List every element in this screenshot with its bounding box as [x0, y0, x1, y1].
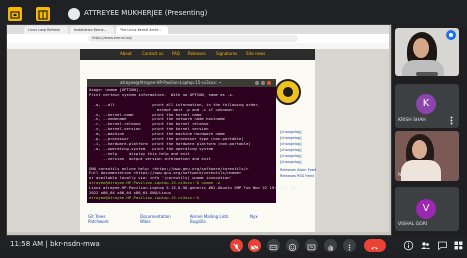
changelog-link[interactable]: [changelog]: [280, 160, 302, 164]
mic-off-icon[interactable]: [230, 239, 243, 252]
browser-tab[interactable]: Installation Kerne...: [70, 26, 114, 34]
emoji-icon[interactable]: [286, 239, 299, 252]
footer-link[interactable]: Nyx: [250, 214, 258, 219]
terminal-line: atrayee@Atrayee-HP-Pavilion-Laptop-15-cs…: [89, 194, 202, 200]
end-call-icon[interactable]: [364, 239, 386, 252]
presenter-avatar: [68, 8, 80, 20]
terminal-output: Usage: uname [OPTION]... Print certain sy…: [89, 87, 297, 201]
info-icon[interactable]: [403, 240, 414, 251]
nav-link[interactable]: Releases: [188, 51, 206, 56]
close-icon[interactable]: [267, 81, 271, 85]
footer-link[interactable]: Wikis: [140, 219, 151, 224]
nav-link[interactable]: FAQ: [172, 51, 180, 56]
participant-name-tag: [416, 72, 438, 76]
address-bar[interactable]: https://www.kernel.org: [88, 35, 298, 42]
presenter-name: ATTREYEE MUKHERJEE (Presenting): [84, 9, 208, 17]
browser-tab-active[interactable]: The Linux Kernel Archi...: [116, 26, 168, 34]
changelog-link[interactable]: [changelog]: [280, 136, 302, 140]
avatar: K: [416, 94, 436, 114]
maximize-icon[interactable]: [261, 81, 265, 85]
chat-icon[interactable]: [437, 240, 448, 251]
nav-link[interactable]: About: [120, 51, 132, 56]
participant-face: [413, 38, 429, 58]
meeting-code: bkr-nsdn-mwa: [50, 240, 100, 248]
participant-name: KRISH SHAH: [398, 118, 426, 123]
changelog-link[interactable]: [changelog]: [280, 142, 302, 146]
more-vert-icon[interactable]: [450, 116, 453, 125]
footer-link[interactable]: Bugzilla: [190, 219, 206, 224]
nav-link[interactable]: Signatures: [216, 51, 237, 56]
participant-face: [412, 140, 427, 159]
browser-tab[interactable]: Linux Lasp Refresh: [24, 26, 68, 34]
kernel-logo-icon: [275, 79, 301, 105]
raise-hand-icon[interactable]: [324, 239, 337, 252]
activities-icon[interactable]: [453, 240, 464, 251]
footer-link[interactable]: Patchwork: [88, 219, 109, 224]
nav-link[interactable]: Site news: [246, 51, 265, 56]
more-options-icon[interactable]: [343, 239, 356, 252]
camera-off-icon[interactable]: [248, 239, 261, 252]
present-icon[interactable]: [8, 7, 22, 21]
avatar: V: [416, 199, 436, 219]
participant-name: VISHAL GORI: [398, 222, 428, 227]
meeting-time: 11:58 AM: [10, 240, 44, 248]
layout-icon[interactable]: [36, 7, 50, 21]
meeting-separator: |: [45, 240, 48, 248]
site-nav: About Contact us FAQ Releases Signatures…: [80, 49, 315, 60]
atom-feed-link[interactable]: Releases Atom Feed: [280, 168, 316, 172]
rss-feed-link[interactable]: Releases RSS Feed: [280, 174, 314, 178]
speaking-indicator-icon: [446, 30, 456, 40]
present-screen-icon[interactable]: [305, 239, 318, 252]
changelog-link[interactable]: [changelog]: [280, 154, 302, 158]
participant-name: NAVYA CHHABRA: [398, 173, 437, 178]
page-margin-right: [315, 49, 389, 232]
minimize-icon[interactable]: [255, 81, 259, 85]
changelog-link[interactable]: [changelog]: [280, 130, 302, 134]
nav-link[interactable]: Contact us: [142, 51, 163, 56]
meeting-time-code: 11:58 AM | bkr-nsdn-mwa: [10, 240, 100, 248]
changelog-link[interactable]: [changelog]: [280, 148, 302, 152]
page-margin-left: [7, 49, 80, 232]
people-icon[interactable]: [420, 240, 431, 251]
terminal-title: atrayee@Atrayee-HP-Pavilion-Laptop-15-cs…: [120, 80, 222, 85]
captions-icon[interactable]: [267, 239, 280, 252]
